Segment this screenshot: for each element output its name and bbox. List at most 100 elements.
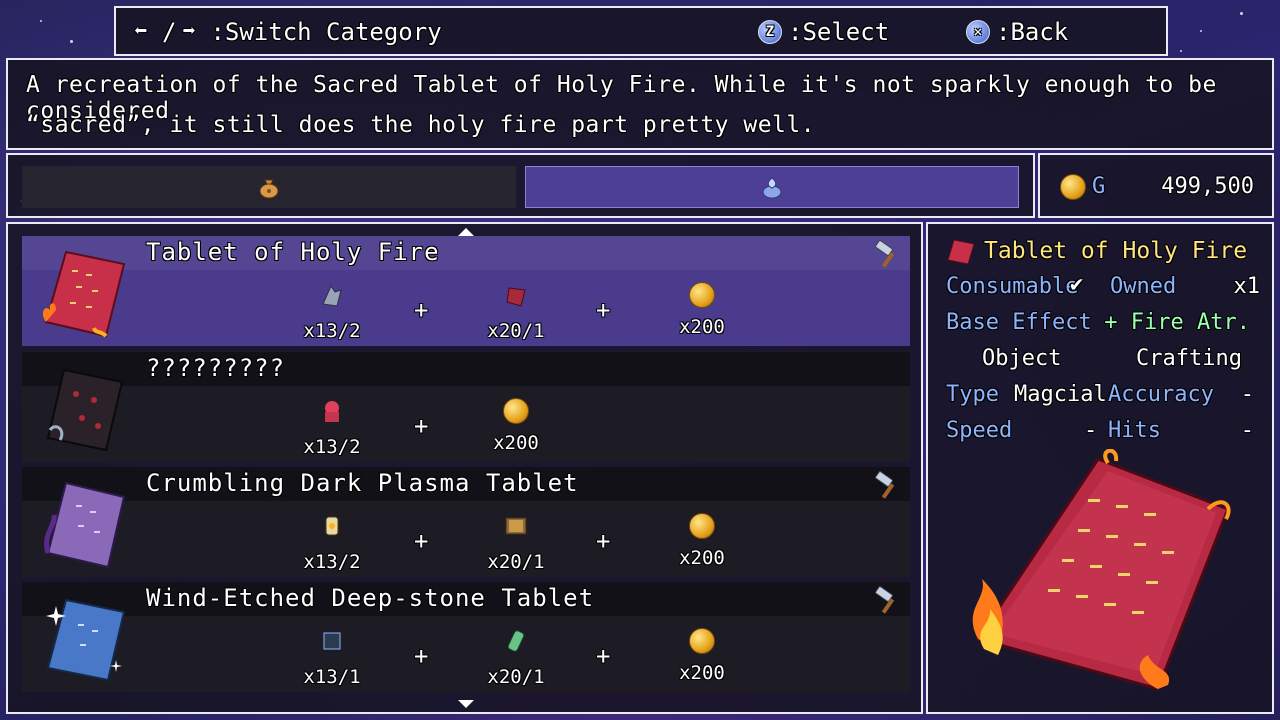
owned-label: Owned — [1110, 274, 1177, 299]
speed-label: Speed — [946, 418, 1013, 443]
tablet-of-holy-fire-illustration — [972, 449, 1231, 691]
z-button-icon: Z — [758, 20, 782, 44]
plus-sign: + — [414, 412, 429, 440]
item-description-box: A recreation of the Sacred Tablet of Hol… — [6, 58, 1274, 150]
gold-unit: G — [1092, 174, 1106, 199]
green-vial-icon — [507, 630, 525, 652]
ingredient-qty: x200 — [679, 547, 725, 569]
recipe-row-wind-etched-deep-stone-tablet[interactable]: Wind-Etched Deep-stone Tablet x13/1 + x2… — [22, 582, 910, 692]
plus-sign: + — [414, 296, 429, 324]
ingredient-qty: x200 — [679, 316, 725, 338]
x-button-icon: ✕ — [966, 20, 990, 44]
select-hint: Z :Select — [758, 18, 889, 46]
ingredient-qty: x20/1 — [487, 666, 545, 688]
recipe-name: ????????? — [146, 354, 286, 382]
red-shard-icon — [506, 287, 526, 307]
key-item-icon — [762, 177, 782, 199]
speed-value: - — [1084, 418, 1098, 443]
tablet-small-icon — [947, 239, 975, 265]
back-hint: ✕ :Back — [966, 18, 1068, 46]
gold-coin-icon — [689, 513, 715, 539]
select-label: :Select — [788, 18, 890, 46]
ingredient-qty: x20/1 — [487, 320, 545, 342]
tab-key-items[interactable] — [525, 166, 1019, 208]
accuracy-label: Accuracy — [1108, 382, 1214, 407]
gold-coin-icon — [689, 282, 715, 308]
deep-stone-tablet-icon — [46, 598, 126, 682]
lantern-icon — [325, 516, 339, 536]
owned-value: x1 — [1233, 274, 1261, 299]
gold-window: G 499,500 — [1038, 153, 1274, 218]
base-effect-value: + Fire Atr. — [1104, 310, 1250, 335]
gold-coin-icon — [1060, 174, 1086, 200]
detail-title: Tablet of Holy Fire — [984, 238, 1248, 264]
ingredient-qty: x200 — [679, 662, 725, 684]
type-label: Type — [946, 382, 999, 407]
consumable-label: Consumable — [946, 274, 1079, 299]
plus-sign: + — [596, 642, 611, 670]
ingredient-qty: x13/2 — [303, 436, 361, 458]
scroll-up-arrow-icon[interactable] — [458, 228, 474, 236]
category-tabs — [6, 153, 1035, 218]
object-value: Crafting — [1136, 346, 1242, 371]
grey-claw-icon — [322, 284, 342, 307]
left-arrow-icon: ⬅ — [134, 19, 148, 44]
hammer-icon — [875, 586, 895, 614]
red-flower-icon — [325, 401, 339, 422]
scroll-down-arrow-icon[interactable] — [458, 700, 474, 708]
base-effect-label: Base Effect — [946, 310, 1092, 335]
ingredient-1: x13/2 — [292, 280, 372, 342]
tablet-of-holy-fire-icon — [43, 250, 126, 338]
ingredient-qty: x200 — [493, 432, 539, 454]
dark-cube-icon — [323, 632, 341, 650]
recipe-row-unknown[interactable]: ????????? x13/2 + x200 — [22, 352, 910, 462]
recipe-name: Wind-Etched Deep-stone Tablet — [146, 584, 595, 612]
description-line-2: “sacred”, it still does the holy fire pa… — [26, 112, 816, 138]
switch-category-label: :Switch Category — [210, 18, 442, 46]
ingredient-3: x200 — [662, 511, 742, 569]
gold-coin-icon — [503, 398, 529, 424]
plus-sign: + — [414, 527, 429, 555]
ingredient-3: x200 — [662, 280, 742, 338]
hammer-icon — [875, 471, 895, 499]
hits-label: Hits — [1108, 418, 1161, 443]
object-label: Object — [982, 346, 1062, 371]
hammer-icon — [875, 240, 895, 268]
ingredient-1: x13/2 — [292, 511, 372, 573]
hint-slash: / — [162, 18, 177, 46]
accuracy-value: - — [1240, 382, 1254, 407]
ingredient-qty: x13/2 — [303, 320, 361, 342]
dark-plasma-tablet-icon — [44, 481, 126, 569]
hits-value: - — [1240, 418, 1254, 443]
gold-amount: 499,500 — [1161, 174, 1254, 199]
right-arrow-icon: ➡ — [182, 19, 196, 44]
item-bag-icon — [259, 179, 279, 199]
plus-sign: + — [414, 642, 429, 670]
ingredient-2: x20/1 — [476, 626, 556, 688]
ingredient-2: x20/1 — [476, 511, 556, 573]
type-value: Magcial — [1014, 382, 1107, 407]
ingredient-2: x200 — [476, 396, 556, 454]
back-label: :Back — [996, 18, 1069, 46]
ingredient-3: x200 — [662, 626, 742, 684]
recipe-row-tablet-of-holy-fire[interactable]: Tablet of Holy Fire x13/2 + x20/1 + x200 — [22, 236, 910, 346]
gold-coin-icon — [689, 628, 715, 654]
recipe-list[interactable]: Tablet of Holy Fire x13/2 + x20/1 + x200… — [6, 222, 923, 714]
recipe-name: Crumbling Dark Plasma Tablet — [146, 469, 579, 497]
ingredient-1: x13/1 — [292, 626, 372, 688]
check-icon: ✔ — [1070, 272, 1084, 297]
ingredient-2: x20/1 — [476, 280, 556, 342]
ingredient-qty: x13/2 — [303, 551, 361, 573]
ingredient-1: x13/2 — [292, 396, 372, 458]
plus-sign: + — [596, 296, 611, 324]
ingredient-qty: x13/1 — [303, 666, 361, 688]
recipe-name: Tablet of Holy Fire — [146, 238, 440, 266]
item-detail-panel: Tablet of Holy Fire Consumable ✔ Owned x… — [926, 222, 1274, 714]
book-icon — [505, 517, 527, 535]
controls-help-bar: ⬅ / ➡ :Switch Category Z :Select ✕ :Back — [114, 6, 1168, 56]
switch-category-hint: ⬅ / ➡ :Switch Category — [134, 18, 442, 46]
tab-items[interactable] — [22, 166, 516, 208]
unknown-tablet-icon — [46, 368, 124, 452]
plus-sign: + — [596, 527, 611, 555]
recipe-row-crumbling-dark-plasma-tablet[interactable]: Crumbling Dark Plasma Tablet x13/2 + x20… — [22, 467, 910, 577]
